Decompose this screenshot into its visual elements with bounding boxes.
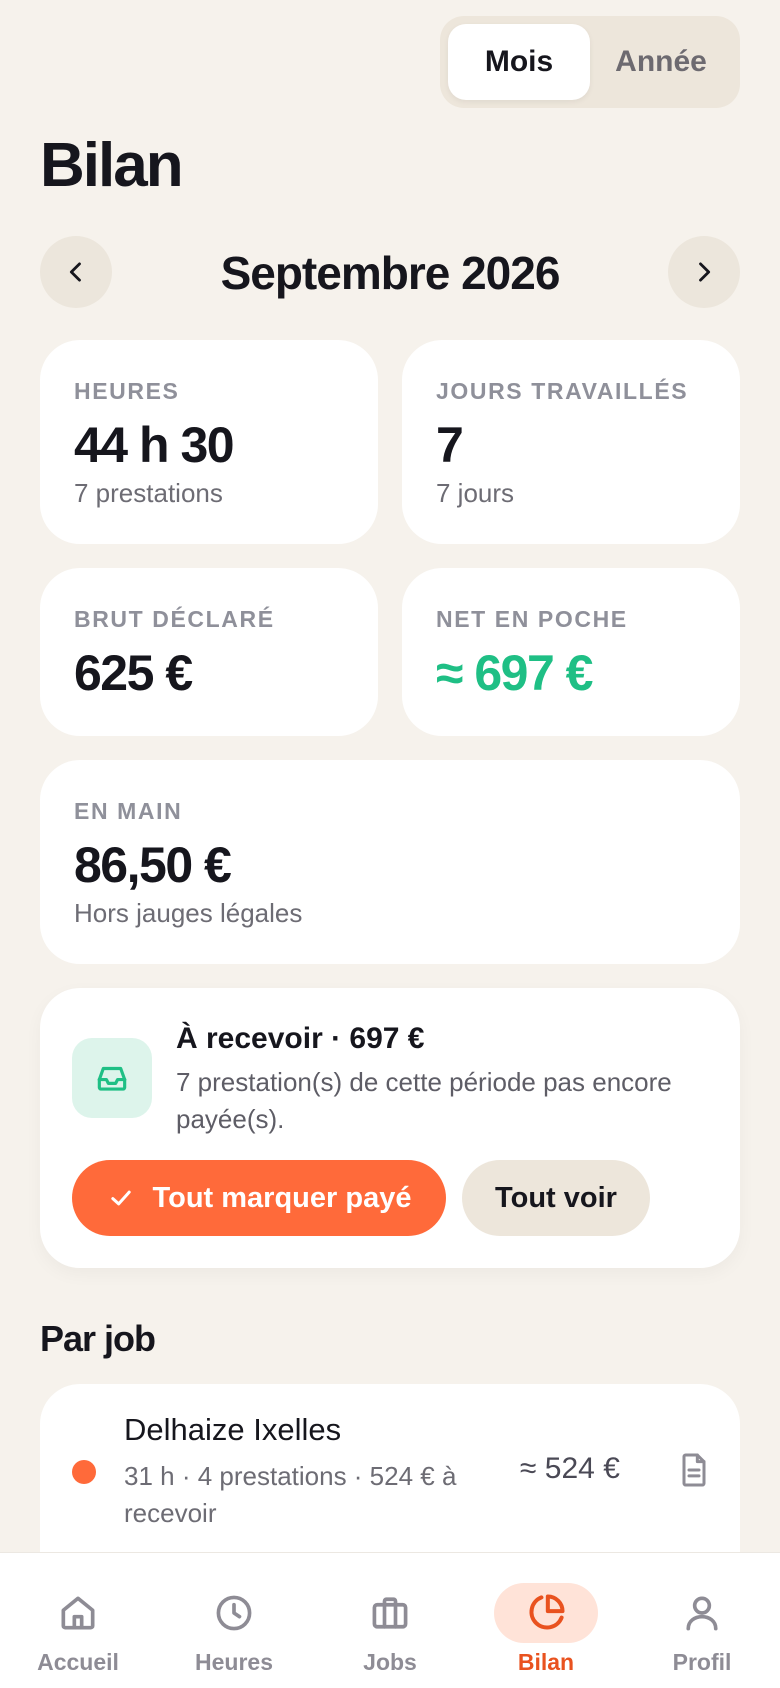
bottom-nav: Accueil Heures Jobs Bilan Profil	[0, 1552, 780, 1688]
job-meta: 31 h · 4 prestations · 524 € à recevoir	[124, 1461, 457, 1528]
page-title: Bilan	[40, 131, 184, 200]
nav-label-jobs: Jobs	[363, 1649, 417, 1675]
pie-chart-icon	[529, 1594, 565, 1630]
net-value: ≈ 697 €	[436, 645, 593, 701]
inbox-icon	[97, 1066, 127, 1091]
gross-value: 625 €	[74, 645, 193, 701]
gross-card: BRUT DÉCLARÉ 625 €	[40, 568, 378, 736]
nav-item-accueil[interactable]: Accueil	[0, 1553, 156, 1688]
hours-sub: 7 prestations	[74, 478, 223, 508]
document-icon	[682, 1453, 706, 1487]
net-label: NET EN POCHE	[436, 606, 628, 632]
previous-month-button[interactable]	[40, 236, 112, 308]
period-toggle: Mois Année	[440, 16, 740, 108]
check-icon	[110, 1190, 131, 1206]
nav-item-bilan[interactable]: Bilan	[468, 1553, 624, 1688]
nav-item-heures[interactable]: Heures	[156, 1553, 312, 1688]
home-icon	[61, 1596, 95, 1630]
briefcase-icon	[372, 1597, 408, 1629]
to-receive-card: À recevoir · 697 € 7 prestation(s) de ce…	[40, 988, 740, 1268]
days-sub: 7 jours	[436, 478, 515, 508]
to-receive-title: À recevoir · 697 €	[176, 1022, 425, 1055]
job-color-dot	[72, 1460, 96, 1484]
toggle-month[interactable]: Mois	[448, 24, 590, 100]
job-amount: ≈ 524 €	[520, 1452, 620, 1485]
hours-card: HEURES 44 h 30 7 prestations	[40, 340, 378, 544]
next-month-button[interactable]	[668, 236, 740, 308]
mark-all-paid-label: Tout marquer payé	[152, 1181, 412, 1214]
gross-label: BRUT DÉCLARÉ	[74, 606, 275, 632]
by-job-title: Par job	[40, 1318, 156, 1359]
mark-all-paid-button[interactable]: Tout marquer payé	[72, 1160, 446, 1236]
nav-label-bilan: Bilan	[517, 1649, 575, 1675]
chevron-left-icon	[69, 262, 81, 282]
cash-label: EN MAIN	[74, 798, 183, 824]
days-value: 7	[436, 417, 464, 473]
days-label: JOURS TRAVAILLÉS	[436, 378, 689, 404]
net-card: NET EN POCHE ≈ 697 €	[402, 568, 740, 736]
cash-card: EN MAIN 86,50 € Hors jauges légales	[40, 760, 740, 964]
nav-label-accueil: Accueil	[37, 1649, 119, 1675]
cash-value: 86,50 €	[74, 837, 232, 893]
period-label: Septembre 2026	[220, 247, 561, 299]
job-name: Delhaize Ixelles	[124, 1412, 342, 1447]
nav-item-jobs[interactable]: Jobs	[312, 1553, 468, 1688]
clock-icon	[216, 1595, 252, 1631]
nav-label-profil: Profil	[672, 1649, 732, 1675]
user-icon	[686, 1596, 718, 1631]
chevron-right-icon	[699, 262, 711, 282]
cash-sub: Hors jauges légales	[74, 898, 303, 928]
hours-label: HEURES	[74, 378, 180, 404]
to-receive-description: 7 prestation(s) de cette période pas enc…	[176, 1067, 672, 1134]
see-all-button[interactable]: Tout voir	[462, 1160, 650, 1236]
job-document-button[interactable]	[674, 1450, 714, 1495]
toggle-year[interactable]: Année	[590, 24, 732, 100]
days-card: JOURS TRAVAILLÉS 7 7 jours	[402, 340, 740, 544]
hours-value: 44 h 30	[74, 417, 235, 473]
inbox-icon-box	[72, 1038, 152, 1118]
nav-label-heures: Heures	[195, 1649, 273, 1675]
nav-item-profil[interactable]: Profil	[624, 1553, 780, 1688]
